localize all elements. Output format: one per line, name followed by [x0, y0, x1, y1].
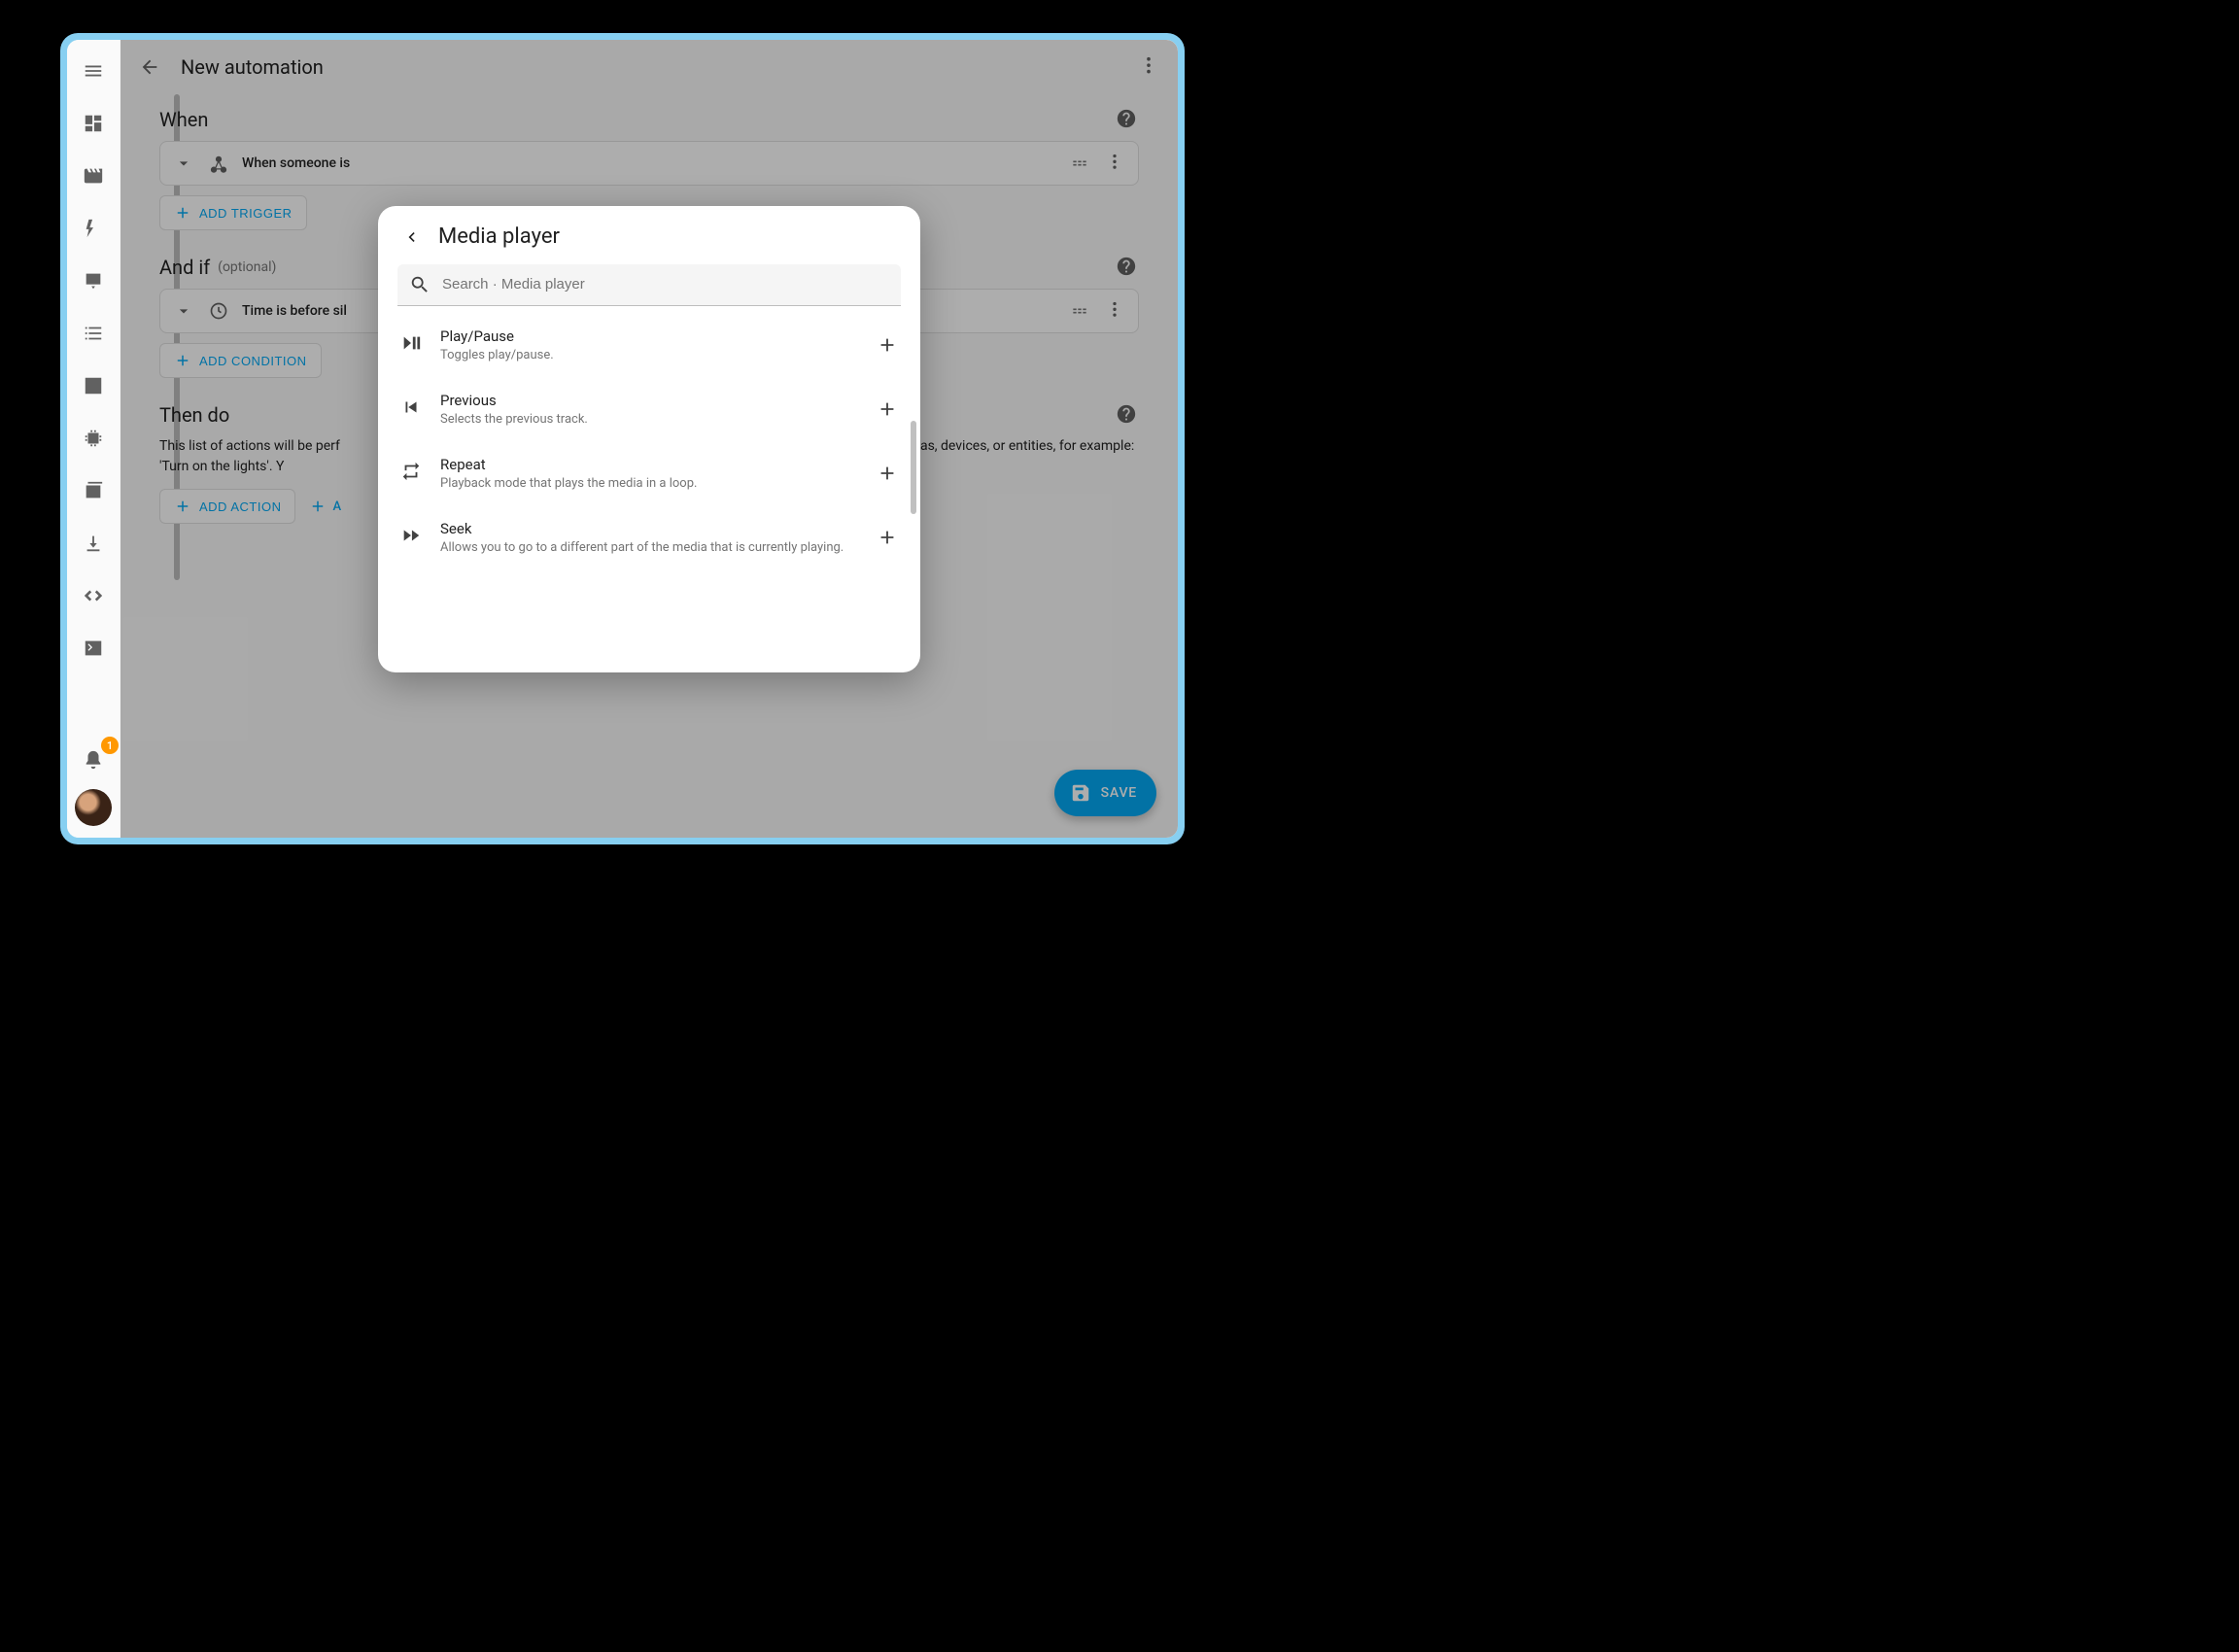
download-icon[interactable]: [74, 524, 113, 563]
chip-icon[interactable]: [74, 419, 113, 458]
profile-icon[interactable]: [74, 261, 113, 300]
dialog-scrollbar[interactable]: [911, 421, 916, 514]
terminal-icon[interactable]: [74, 629, 113, 668]
option-desc: Playback mode that plays the media in a …: [440, 475, 858, 493]
stats-icon[interactable]: [74, 366, 113, 405]
add-icon[interactable]: [874, 460, 901, 487]
action-picker-dialog: Media player Play/Pause Toggles play/: [378, 206, 920, 672]
skip-previous-icon: [397, 394, 425, 421]
add-icon[interactable]: [874, 396, 901, 423]
option-title: Repeat: [440, 456, 858, 473]
hamburger-menu-button[interactable]: [74, 52, 113, 90]
media-icon[interactable]: [74, 156, 113, 195]
dialog-back-button[interactable]: [397, 224, 425, 251]
search-input[interactable]: [442, 276, 889, 293]
add-icon[interactable]: [874, 524, 901, 551]
notification-badge: 1: [101, 737, 119, 754]
dialog-title: Media player: [438, 224, 560, 249]
video-library-icon[interactable]: [74, 471, 113, 510]
add-icon[interactable]: [874, 331, 901, 359]
option-desc: Selects the previous track.: [440, 411, 858, 429]
option-title: Seek: [440, 520, 858, 537]
avatar[interactable]: [75, 789, 112, 826]
search-icon: [409, 274, 431, 295]
main: New automation When: [121, 40, 1178, 838]
option-repeat[interactable]: Repeat Playback mode that plays the medi…: [397, 442, 916, 506]
sidebar: 1: [67, 40, 121, 838]
option-previous[interactable]: Previous Selects the previous track.: [397, 378, 916, 442]
option-play-pause[interactable]: Play/Pause Toggles play/pause.: [397, 314, 916, 378]
energy-icon[interactable]: [74, 209, 113, 248]
option-title: Previous: [440, 392, 858, 409]
option-desc: Allows you to go to a different part of …: [440, 539, 858, 557]
repeat-icon: [397, 458, 425, 485]
option-desc: Toggles play/pause.: [440, 347, 858, 364]
option-seek[interactable]: Seek Allows you to go to a different par…: [397, 506, 916, 570]
list-icon[interactable]: [74, 314, 113, 353]
dashboard-icon[interactable]: [74, 104, 113, 143]
code-icon[interactable]: [74, 576, 113, 615]
dialog-list: Play/Pause Toggles play/pause. Previous: [397, 314, 916, 672]
fast-forward-icon: [397, 522, 425, 549]
option-title: Play/Pause: [440, 327, 858, 345]
search-box[interactable]: [397, 264, 901, 306]
play-pause-icon: [397, 329, 425, 357]
notifications-button[interactable]: 1: [74, 740, 113, 779]
